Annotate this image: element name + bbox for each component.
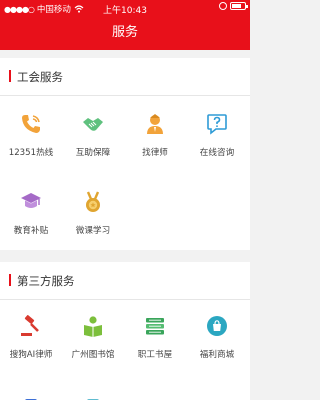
page-title: 服务 [0, 16, 250, 50]
handshake-icon [83, 118, 103, 131]
gavel-icon [21, 315, 39, 336]
section-title: 第三方服务 [17, 274, 75, 288]
partial-item-cutoff [62, 390, 124, 400]
phone-icon [22, 115, 40, 133]
service-staff-bookroom[interactable]: 职工书屋 [124, 314, 186, 360]
partially-visible-icon [25, 399, 37, 400]
books-icon [146, 318, 164, 335]
service-label: 广州图书馆 [71, 350, 115, 360]
third-party-services-section: 第三方服务 搜狗AI律师 广州图书馆 职工书屋 福利商城 [0, 262, 250, 400]
service-label: 12351热线 [8, 148, 54, 158]
section-header: 工会服务 [0, 58, 250, 96]
partial-item-cutoff [0, 390, 62, 400]
battery-icon [230, 2, 248, 10]
clock: 上午10:43 [103, 6, 147, 16]
service-label: 找律师 [142, 148, 168, 158]
service-sogou-ai-lawyer[interactable]: 搜狗AI律师 [0, 314, 62, 360]
service-micro-course[interactable]: 微课学习 [62, 190, 124, 236]
service-label: 微课学习 [75, 226, 111, 236]
service-online-consult[interactable]: 在线咨询 [186, 112, 248, 158]
service-hotline[interactable]: 12351热线 [0, 112, 62, 158]
reader-icon [84, 316, 102, 337]
graduation-cap-icon [21, 193, 41, 208]
service-label: 职工书屋 [137, 350, 173, 360]
section-header: 第三方服务 [0, 262, 250, 300]
section-title: 工会服务 [17, 70, 63, 84]
union-services-section: 工会服务 12351热线 互助保障 找律师 在线咨询 教育补贴 微课学习 [0, 58, 250, 250]
section-accent-bar [9, 274, 11, 286]
partially-visible-icon [87, 399, 99, 400]
service-label: 互助保障 [75, 148, 111, 158]
medal-icon [86, 191, 100, 212]
alarm-icon [219, 2, 227, 10]
section-accent-bar [9, 70, 11, 82]
service-education-subsidy[interactable]: 教育补贴 [0, 190, 62, 236]
lawyer-icon [147, 114, 163, 134]
service-label: 福利商城 [199, 350, 235, 360]
service-mutual-aid[interactable]: 互助保障 [62, 112, 124, 158]
service-find-lawyer[interactable]: 找律师 [124, 112, 186, 158]
service-welfare-mall[interactable]: 福利商城 [186, 314, 248, 360]
chat-question-icon [207, 114, 227, 135]
status-bar: ●●●●○ 中国移动 上午10:43 [0, 0, 250, 16]
service-label: 在线咨询 [199, 148, 235, 158]
service-guangzhou-library[interactable]: 广州图书馆 [62, 314, 124, 360]
service-label: 搜狗AI律师 [9, 350, 53, 360]
shop-icon [207, 316, 227, 336]
service-label: 教育补贴 [13, 226, 49, 236]
